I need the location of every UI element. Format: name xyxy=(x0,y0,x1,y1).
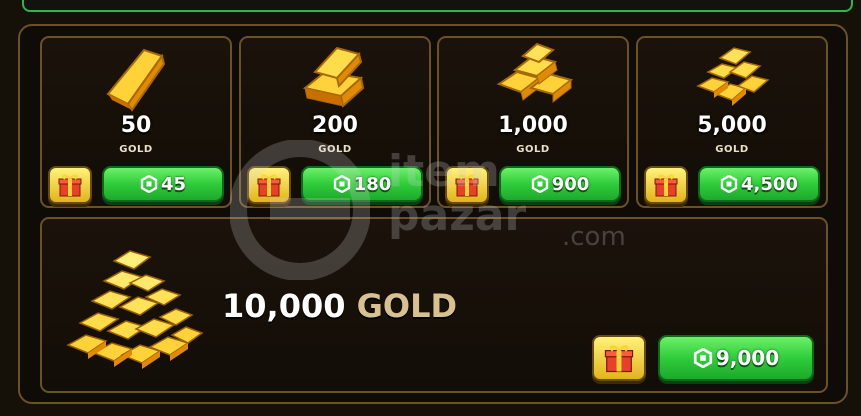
gold-stack-icon xyxy=(496,42,574,104)
price-label: 4,500 xyxy=(741,173,798,195)
gold-pyramid-icon xyxy=(66,250,204,369)
robux-icon xyxy=(333,175,350,193)
gift-button[interactable] xyxy=(247,166,291,204)
buy-button[interactable]: 180 xyxy=(301,166,423,202)
price-label: 900 xyxy=(551,173,590,195)
gift-icon xyxy=(58,174,82,197)
price-label: 180 xyxy=(353,173,392,195)
featured-amount-row: 10,000 GOLD xyxy=(222,287,457,325)
buy-button[interactable]: 9,000 xyxy=(658,335,814,381)
gold-pack-5000: 5,000 GOLD 4,500 xyxy=(636,36,828,208)
price-label: 45 xyxy=(160,173,187,195)
gold-pile-icon xyxy=(696,47,770,106)
pack-unit: GOLD xyxy=(119,144,153,155)
gold-pack-10000: 10,000 GOLD 9,000 xyxy=(40,217,828,393)
gold-pack-200: 200 GOLD 180 xyxy=(239,36,431,208)
gift-button[interactable] xyxy=(48,166,92,204)
gift-icon xyxy=(654,174,678,197)
price-label: 9,000 xyxy=(715,346,780,370)
pack-unit: GOLD xyxy=(715,144,749,155)
gift-icon xyxy=(604,345,634,373)
gift-button[interactable] xyxy=(644,166,688,204)
robux-icon xyxy=(720,175,738,193)
buy-button[interactable]: 45 xyxy=(102,166,224,202)
gift-icon xyxy=(455,174,479,197)
pack-unit: GOLD xyxy=(318,144,352,155)
top-bar xyxy=(22,0,853,12)
pack-amount: 200 xyxy=(312,113,358,138)
featured-unit: GOLD xyxy=(356,287,458,325)
pack-amount: 50 xyxy=(120,113,152,138)
robux-icon xyxy=(693,348,712,368)
pack-amount: 5,000 xyxy=(697,113,767,138)
buy-button[interactable]: 4,500 xyxy=(698,166,820,202)
gift-button[interactable] xyxy=(592,335,646,381)
gold-pack-1000: 1,000 GOLD 900 xyxy=(437,36,629,208)
gift-icon xyxy=(257,174,281,197)
featured-amount: 10,000 xyxy=(222,287,346,325)
gold-bars-icon xyxy=(302,46,365,108)
robux-icon xyxy=(140,175,158,193)
gift-button[interactable] xyxy=(445,166,489,204)
gold-bar-icon xyxy=(106,48,166,112)
gold-pack-50: 50 GOLD 45 xyxy=(40,36,232,208)
pack-unit: GOLD xyxy=(516,144,550,155)
robux-icon xyxy=(531,175,548,193)
pack-amount: 1,000 xyxy=(498,113,568,138)
buy-button[interactable]: 900 xyxy=(499,166,621,202)
